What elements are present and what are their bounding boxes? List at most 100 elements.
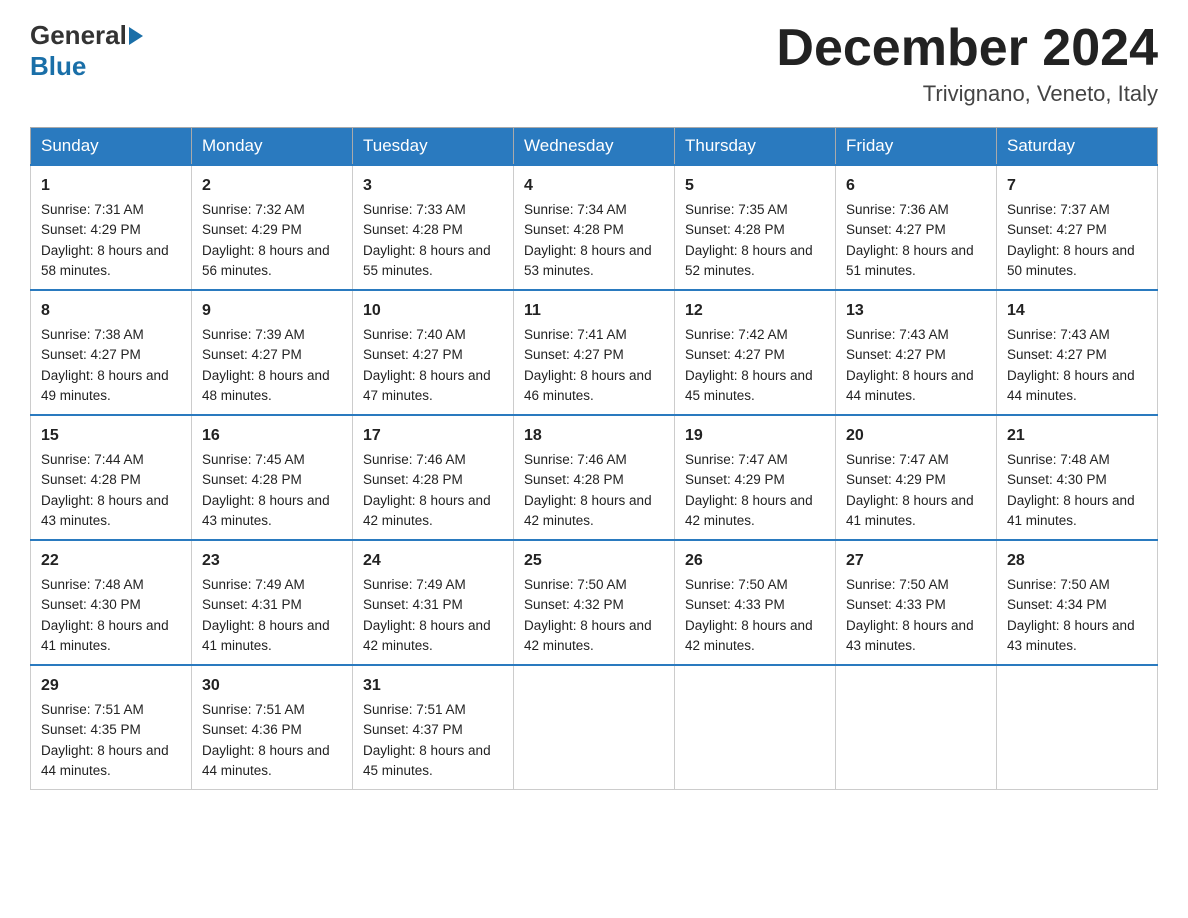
calendar-cell bbox=[997, 665, 1158, 790]
day-number: 17 bbox=[363, 424, 503, 448]
title-area: December 2024 Trivignano, Veneto, Italy bbox=[776, 20, 1158, 107]
calendar-cell: 16 Sunrise: 7:45 AM Sunset: 4:28 PM Dayligh… bbox=[192, 415, 353, 540]
daylight-text: Daylight: 8 hours and 44 minutes. bbox=[1007, 368, 1135, 403]
sunset-text: Sunset: 4:31 PM bbox=[202, 597, 302, 612]
col-header-sunday: Sunday bbox=[31, 128, 192, 166]
sunset-text: Sunset: 4:28 PM bbox=[202, 472, 302, 487]
day-number: 11 bbox=[524, 299, 664, 323]
sunset-text: Sunset: 4:32 PM bbox=[524, 597, 624, 612]
sunset-text: Sunset: 4:27 PM bbox=[1007, 222, 1107, 237]
day-number: 26 bbox=[685, 549, 825, 573]
location-title: Trivignano, Veneto, Italy bbox=[776, 81, 1158, 107]
calendar-week-row: 1 Sunrise: 7:31 AM Sunset: 4:29 PM Daylight… bbox=[31, 165, 1158, 290]
daylight-text: Daylight: 8 hours and 43 minutes. bbox=[202, 493, 330, 528]
calendar-cell: 17 Sunrise: 7:46 AM Sunset: 4:28 PM Dayligh… bbox=[353, 415, 514, 540]
calendar-cell: 9Sunrise: 7:39 AMSunset: 4:27 PMDaylight… bbox=[192, 290, 353, 415]
sunset-text: Sunset: 4:29 PM bbox=[41, 222, 141, 237]
sunset-text: Sunset: 4:29 PM bbox=[846, 472, 946, 487]
sunrise-text: Sunrise: 7:48 AM bbox=[1007, 452, 1110, 467]
daylight-text: Daylight: 8 hours and 49 minutes. bbox=[41, 368, 169, 403]
daylight-text: Daylight: 8 hours and 42 minutes. bbox=[685, 493, 813, 528]
sunset-text: Sunset: 4:30 PM bbox=[41, 597, 141, 612]
day-number: 1 bbox=[41, 174, 181, 198]
sunrise-text: Sunrise: 7:51 AM bbox=[41, 702, 144, 717]
calendar-cell: 24Sunrise: 7:49 AMSunset: 4:31 PMDayligh… bbox=[353, 540, 514, 665]
day-number: 12 bbox=[685, 299, 825, 323]
calendar-cell: 23Sunrise: 7:49 AMSunset: 4:31 PMDayligh… bbox=[192, 540, 353, 665]
sunrise-text: Sunrise: 7:36 AM bbox=[846, 202, 949, 217]
day-number: 9 bbox=[202, 299, 342, 323]
sunset-text: Sunset: 4:37 PM bbox=[363, 722, 463, 737]
calendar-week-row: 22Sunrise: 7:48 AMSunset: 4:30 PMDayligh… bbox=[31, 540, 1158, 665]
sunset-text: Sunset: 4:33 PM bbox=[846, 597, 946, 612]
calendar-cell: 1Sunrise: 7:31 AMSunset: 4:29 PMDaylight… bbox=[31, 165, 192, 290]
sunset-text: Sunset: 4:28 PM bbox=[363, 472, 463, 487]
sunrise-text: Sunrise: 7:51 AM bbox=[202, 702, 305, 717]
calendar-cell: 13Sunrise: 7:43 AMSunset: 4:27 PMDayligh… bbox=[836, 290, 997, 415]
sunrise-text: Sunrise: 7:39 AM bbox=[202, 327, 305, 342]
sunset-text: Sunset: 4:27 PM bbox=[524, 347, 624, 362]
sunset-text: Sunset: 4:29 PM bbox=[685, 472, 785, 487]
day-number: 15 bbox=[41, 424, 181, 448]
sunrise-text: Sunrise: 7:43 AM bbox=[846, 327, 949, 342]
sunset-text: Sunset: 4:27 PM bbox=[363, 347, 463, 362]
sunrise-text: Sunrise: 7:46 AM bbox=[363, 452, 466, 467]
day-number: 25 bbox=[524, 549, 664, 573]
calendar-cell: 3Sunrise: 7:33 AMSunset: 4:28 PMDaylight… bbox=[353, 165, 514, 290]
sunrise-text: Sunrise: 7:49 AM bbox=[202, 577, 305, 592]
sunrise-text: Sunrise: 7:41 AM bbox=[524, 327, 627, 342]
sunrise-text: Sunrise: 7:50 AM bbox=[846, 577, 949, 592]
calendar-cell: 4 Sunrise: 7:34 AM Sunset: 4:28 PM Daylight… bbox=[514, 165, 675, 290]
sunrise-text: Sunrise: 7:43 AM bbox=[1007, 327, 1110, 342]
logo: General Blue bbox=[30, 20, 145, 82]
calendar-cell: 2Sunrise: 7:32 AMSunset: 4:29 PMDaylight… bbox=[192, 165, 353, 290]
sunrise-text: Sunrise: 7:51 AM bbox=[363, 702, 466, 717]
sunrise-text: Sunrise: 7:49 AM bbox=[363, 577, 466, 592]
day-number: 4 bbox=[524, 174, 664, 198]
sunrise-text: Sunrise: 7:47 AM bbox=[846, 452, 949, 467]
sunrise-text: Sunrise: 7:44 AM bbox=[41, 452, 144, 467]
sunrise-text: Sunrise: 7:31 AM bbox=[41, 202, 144, 217]
col-header-thursday: Thursday bbox=[675, 128, 836, 166]
sunset-text: Sunset: 4:29 PM bbox=[202, 222, 302, 237]
sunrise-text: Sunrise: 7:37 AM bbox=[1007, 202, 1110, 217]
calendar-week-row: 8Sunrise: 7:38 AMSunset: 4:27 PMDaylight… bbox=[31, 290, 1158, 415]
calendar-cell bbox=[514, 665, 675, 790]
daylight-text: Daylight: 8 hours and 42 minutes. bbox=[524, 618, 652, 653]
logo-blue-text: Blue bbox=[30, 51, 86, 81]
sunset-text: Sunset: 4:30 PM bbox=[1007, 472, 1107, 487]
calendar-cell bbox=[675, 665, 836, 790]
daylight-text: Daylight: 8 hours and 44 minutes. bbox=[202, 743, 330, 778]
month-title: December 2024 bbox=[776, 20, 1158, 77]
daylight-text: Daylight: 8 hours and 47 minutes. bbox=[363, 368, 491, 403]
daylight-text: Daylight: 8 hours and 43 minutes. bbox=[1007, 618, 1135, 653]
calendar-cell: 18Sunrise: 7:46 AMSunset: 4:28 PMDayligh… bbox=[514, 415, 675, 540]
day-number: 7 bbox=[1007, 174, 1147, 198]
daylight-text: Daylight: 8 hours and 53 minutes. bbox=[524, 243, 652, 278]
day-number: 6 bbox=[846, 174, 986, 198]
day-number: 27 bbox=[846, 549, 986, 573]
sunrise-text: Sunrise: 7:45 AM bbox=[202, 452, 305, 467]
day-number: 18 bbox=[524, 424, 664, 448]
sunset-text: Sunset: 4:28 PM bbox=[524, 222, 624, 237]
sunrise-text: Sunrise: 7:50 AM bbox=[685, 577, 788, 592]
sunrise-text: Sunrise: 7:35 AM bbox=[685, 202, 788, 217]
day-number: 24 bbox=[363, 549, 503, 573]
sunset-text: Sunset: 4:35 PM bbox=[41, 722, 141, 737]
day-number: 30 bbox=[202, 674, 342, 698]
col-header-saturday: Saturday bbox=[997, 128, 1158, 166]
day-number: 14 bbox=[1007, 299, 1147, 323]
sunset-text: Sunset: 4:31 PM bbox=[363, 597, 463, 612]
calendar-cell bbox=[836, 665, 997, 790]
day-number: 13 bbox=[846, 299, 986, 323]
daylight-text: Daylight: 8 hours and 43 minutes. bbox=[846, 618, 974, 653]
sunrise-text: Sunrise: 7:50 AM bbox=[1007, 577, 1110, 592]
daylight-text: Daylight: 8 hours and 42 minutes. bbox=[363, 493, 491, 528]
sunrise-text: Sunrise: 7:34 AM bbox=[524, 202, 627, 217]
sunset-text: Sunset: 4:27 PM bbox=[846, 347, 946, 362]
day-number: 16 bbox=[202, 424, 342, 448]
daylight-text: Daylight: 8 hours and 41 minutes. bbox=[41, 618, 169, 653]
day-number: 29 bbox=[41, 674, 181, 698]
sunset-text: Sunset: 4:33 PM bbox=[685, 597, 785, 612]
sunset-text: Sunset: 4:28 PM bbox=[524, 472, 624, 487]
